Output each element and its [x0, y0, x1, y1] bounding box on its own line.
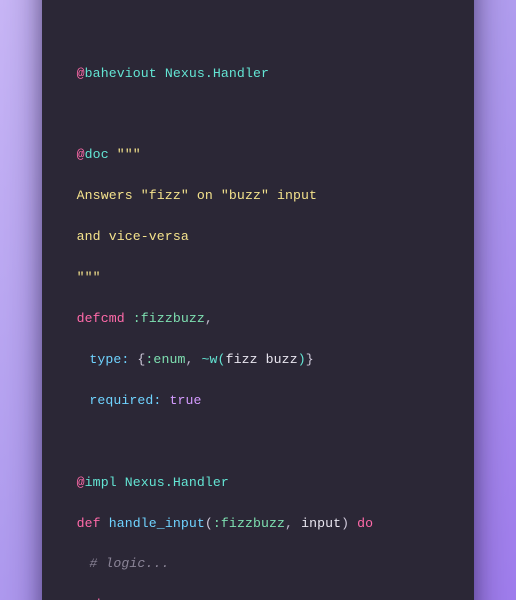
code-line: @baheviout Nexus.Handler: [64, 64, 452, 84]
boolean-true: true: [169, 393, 201, 408]
comma: ,: [186, 352, 194, 367]
brace-close: }: [306, 352, 314, 367]
comment: # logic...: [89, 556, 169, 571]
code-blank-line: [64, 23, 452, 43]
sigil-open: ~w(: [202, 352, 226, 367]
doc-text: Answers "fizz" on "buzz" input: [77, 188, 317, 203]
heredoc-close: """: [77, 270, 101, 285]
atom: :enum: [145, 352, 185, 367]
paren-close: ): [341, 516, 349, 531]
at-sign: @: [77, 147, 85, 162]
code-line: and vice-versa: [64, 227, 452, 247]
attr-impl: impl: [85, 475, 117, 490]
code-line: defcmd :fizzbuzz,: [64, 309, 452, 329]
module-ref: Nexus.Handler: [125, 475, 229, 490]
code-line: # logic...: [64, 554, 452, 574]
atom: :fizzbuzz: [133, 311, 205, 326]
param-name: input: [301, 516, 341, 531]
code-line: @doc """: [64, 145, 452, 165]
code-line: use Nexus: [64, 0, 452, 2]
code-window: defmodule MyCLI do use Nexus @baheviout …: [42, 0, 474, 600]
comma: ,: [205, 311, 213, 326]
attr-doc: doc: [85, 147, 109, 162]
code-line: @impl Nexus.Handler: [64, 473, 452, 493]
sigil-close: ): [298, 352, 306, 367]
comma: ,: [285, 516, 293, 531]
module-ref: Nexus.Handler: [165, 66, 269, 81]
paren-open: (: [205, 516, 213, 531]
doc-text: and vice-versa: [77, 229, 189, 244]
sigil-words: fizz buzz: [226, 352, 298, 367]
keyword-defcmd: defcmd: [77, 311, 125, 326]
kw-key: type:: [89, 352, 129, 367]
code-line: required: true: [64, 391, 452, 411]
code-line: """: [64, 268, 452, 288]
code-line: def handle_input(:fizzbuzz, input) do: [64, 514, 452, 534]
code-line: type: {:enum, ~w(fizz buzz)}: [64, 350, 452, 370]
code-blank-line: [64, 432, 452, 452]
at-sign: @: [77, 66, 85, 81]
code-block: defmodule MyCLI do use Nexus @baheviout …: [42, 0, 474, 600]
atom: :fizzbuzz: [213, 516, 285, 531]
heredoc-open: """: [117, 147, 141, 162]
at-sign: @: [77, 475, 85, 490]
keyword-do: do: [357, 516, 373, 531]
keyword-def: def: [77, 516, 101, 531]
code-line: Answers "fizz" on "buzz" input: [64, 186, 452, 206]
kw-key: required:: [89, 393, 161, 408]
attr-name: baheviout: [85, 66, 157, 81]
function-name: handle_input: [109, 516, 205, 531]
code-line: end: [64, 595, 452, 600]
code-blank-line: [64, 104, 452, 124]
